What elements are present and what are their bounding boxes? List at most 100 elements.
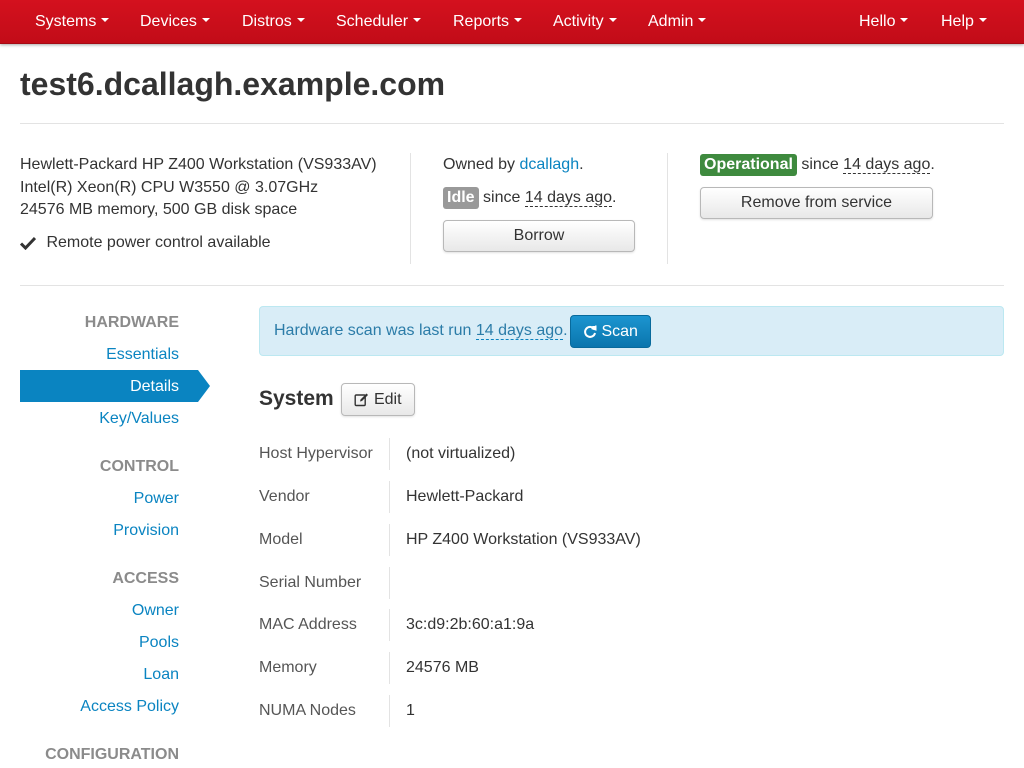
page-title: test6.dcallagh.example.com bbox=[20, 66, 446, 102]
field-value-memory: 24576 MB bbox=[406, 659, 479, 676]
sidebar-item-pools[interactable]: Pools bbox=[139, 633, 179, 653]
system-cpu-summary: Intel(R) Xeon(R) CPU W3550 @ 3.07GHz bbox=[20, 179, 319, 196]
row-separator bbox=[389, 609, 390, 641]
nav-distros-label: Distros bbox=[242, 13, 292, 30]
sidebar-item-owner[interactable]: Owner bbox=[132, 601, 179, 621]
nav-admin-label: Admin bbox=[648, 13, 694, 30]
sidebar-item-essentials[interactable]: Essentials bbox=[106, 345, 179, 365]
row-separator bbox=[389, 438, 390, 470]
nav-help-label: Help bbox=[941, 13, 974, 30]
refresh-icon bbox=[583, 323, 597, 340]
nav-devices[interactable]: Devices bbox=[140, 0, 210, 43]
row-separator bbox=[389, 695, 390, 727]
borrow-button[interactable]: Borrow bbox=[443, 220, 635, 252]
condition-suffix: . bbox=[930, 156, 935, 173]
caret-down-icon bbox=[201, 17, 210, 22]
summary-divider-2 bbox=[667, 153, 668, 264]
row-separator bbox=[389, 524, 390, 556]
row-separator bbox=[389, 481, 390, 513]
top-navbar: Systems Devices Distros Scheduler Report… bbox=[0, 0, 1024, 44]
condition-time-ago: 14 days ago bbox=[843, 156, 931, 174]
nav-help[interactable]: Help bbox=[941, 0, 987, 43]
usage-suffix: . bbox=[612, 189, 617, 206]
caret-down-icon bbox=[413, 17, 422, 22]
nav-systems-label: Systems bbox=[35, 13, 97, 30]
nav-activity-label: Activity bbox=[553, 13, 604, 30]
sidebar-item-power[interactable]: Power bbox=[134, 489, 179, 509]
system-section-heading: System bbox=[259, 387, 334, 410]
hardware-scan-time-ago: 14 days ago bbox=[475, 322, 564, 340]
condition-line: Operational since 14 days ago. bbox=[700, 154, 935, 176]
owner-link[interactable]: dcallagh bbox=[520, 156, 580, 173]
caret-down-icon bbox=[698, 17, 707, 22]
hardware-scan-text-line: Hardware scan was last run 14 days ago. bbox=[274, 320, 568, 342]
usage-line: Idle since 14 days ago. bbox=[443, 187, 616, 209]
field-label-mac-address: MAC Address bbox=[259, 616, 357, 633]
edit-button-label: Edit bbox=[373, 391, 402, 408]
sidebar-item-access-policy[interactable]: Access Policy bbox=[80, 697, 179, 717]
field-value-mac-address: 3c:d9:2b:60:a1:9a bbox=[406, 616, 535, 633]
remove-from-service-button[interactable]: Remove from service bbox=[700, 187, 933, 219]
sidebar-heading-control: CONTROL bbox=[99, 458, 179, 475]
sidebar-item-loan[interactable]: Loan bbox=[143, 665, 179, 685]
owner-line: Owned by dcallagh. bbox=[443, 154, 584, 176]
usage-time-ago: 14 days ago bbox=[524, 189, 613, 207]
nav-activity[interactable]: Activity bbox=[553, 0, 617, 43]
system-model-summary: Hewlett-Packard HP Z400 Workstation (VS9… bbox=[20, 156, 377, 173]
nav-reports[interactable]: Reports bbox=[453, 0, 523, 43]
field-label-memory: Memory bbox=[259, 659, 317, 676]
condition-since: since bbox=[801, 156, 839, 173]
scan-button-label: Scan bbox=[601, 323, 638, 340]
sidebar-item-key-values[interactable]: Key/Values bbox=[99, 409, 179, 429]
caret-down-icon bbox=[608, 17, 617, 22]
scan-button[interactable]: Scan bbox=[570, 315, 651, 348]
checkmark-icon bbox=[20, 234, 36, 251]
hardware-scan-text: Hardware scan was last run bbox=[274, 322, 472, 339]
sidebar-active-arrow bbox=[198, 370, 210, 402]
field-label-model: Model bbox=[259, 531, 303, 548]
sidebar-heading-configuration: CONFIGURATION bbox=[45, 746, 179, 763]
system-memory-disk-summary: 24576 MB memory, 500 GB disk space bbox=[20, 201, 298, 218]
sidebar-heading-access: ACCESS bbox=[112, 570, 179, 587]
field-value-host-hypervisor: (not virtualized) bbox=[406, 445, 516, 462]
caret-down-icon bbox=[978, 17, 987, 22]
row-separator bbox=[389, 567, 390, 599]
caret-down-icon bbox=[900, 17, 909, 22]
nav-scheduler[interactable]: Scheduler bbox=[336, 0, 422, 43]
sidebar-item-details[interactable]: Details bbox=[130, 377, 179, 397]
nav-devices-label: Devices bbox=[140, 13, 197, 30]
field-label-host-hypervisor: Host Hypervisor bbox=[259, 445, 373, 462]
sidebar-heading-hardware: HARDWARE bbox=[84, 314, 179, 331]
nav-hello[interactable]: Hello bbox=[859, 0, 909, 43]
idle-status-badge: Idle bbox=[443, 187, 479, 209]
power-control-line: Remote power control available bbox=[20, 232, 271, 254]
edit-icon bbox=[354, 391, 369, 408]
caret-down-icon bbox=[296, 17, 305, 22]
nav-distros[interactable]: Distros bbox=[242, 0, 305, 43]
owner-prefix: Owned by bbox=[443, 156, 516, 173]
field-label-serial-number: Serial Number bbox=[259, 574, 362, 591]
field-value-model: HP Z400 Workstation (VS933AV) bbox=[406, 531, 641, 548]
caret-down-icon bbox=[101, 17, 110, 22]
caret-down-icon bbox=[514, 17, 523, 22]
nav-systems[interactable]: Systems bbox=[35, 0, 110, 43]
summary-divider-1 bbox=[410, 153, 411, 264]
summary-bottom-divider bbox=[20, 285, 1004, 286]
nav-reports-label: Reports bbox=[453, 13, 510, 30]
power-control-text: Remote power control available bbox=[46, 234, 271, 251]
owner-suffix: . bbox=[579, 156, 584, 173]
nav-admin[interactable]: Admin bbox=[648, 0, 707, 43]
edit-button[interactable]: Edit bbox=[341, 383, 415, 416]
title-divider bbox=[20, 123, 1004, 124]
field-value-vendor: Hewlett-Packard bbox=[406, 488, 524, 505]
operational-status-badge: Operational bbox=[700, 154, 797, 176]
usage-since: since bbox=[483, 189, 521, 206]
nav-scheduler-label: Scheduler bbox=[336, 13, 409, 30]
nav-hello-label: Hello bbox=[859, 13, 896, 30]
field-label-numa-nodes: NUMA Nodes bbox=[259, 702, 356, 719]
row-separator bbox=[389, 652, 390, 684]
hardware-scan-suffix: . bbox=[563, 322, 568, 339]
field-value-numa-nodes: 1 bbox=[406, 702, 415, 719]
field-label-vendor: Vendor bbox=[259, 488, 310, 505]
sidebar-item-provision[interactable]: Provision bbox=[113, 521, 179, 541]
